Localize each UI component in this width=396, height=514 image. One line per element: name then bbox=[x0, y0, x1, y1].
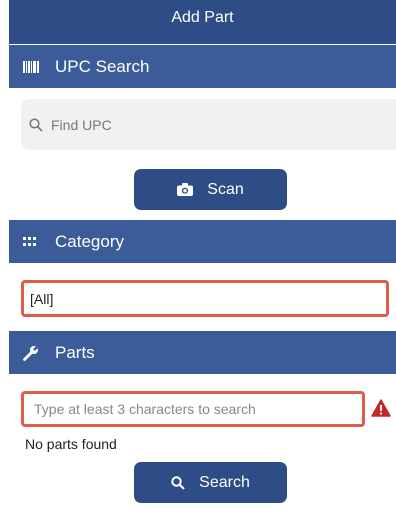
upc-search-box[interactable] bbox=[21, 99, 396, 150]
title-bar: Add Part bbox=[9, 0, 396, 44]
magnifier-icon bbox=[171, 475, 185, 490]
category-select[interactable]: [All] bbox=[21, 280, 389, 317]
parts-search-field[interactable] bbox=[21, 391, 365, 427]
grid-icon bbox=[23, 235, 43, 249]
search-icon bbox=[29, 117, 43, 132]
add-part-screen: Add Part UPC Search Find UPC Scan Catego… bbox=[9, 0, 396, 514]
barcode-icon bbox=[23, 60, 43, 74]
search-button[interactable]: Search bbox=[134, 462, 287, 503]
section-category-label: Category bbox=[55, 231, 124, 251]
no-parts-message: No parts found bbox=[25, 436, 117, 452]
parts-search-input[interactable] bbox=[32, 400, 356, 418]
scan-button-label: Scan bbox=[207, 180, 244, 198]
category-select-value: [All] bbox=[30, 290, 54, 307]
scan-button[interactable]: Scan bbox=[134, 169, 287, 210]
section-category: Category bbox=[9, 220, 396, 263]
camera-icon bbox=[177, 183, 194, 196]
section-upc-label: UPC Search bbox=[55, 56, 150, 76]
warning-triangle-icon bbox=[371, 399, 391, 417]
upc-search-input[interactable] bbox=[49, 115, 383, 134]
search-button-label: Search bbox=[199, 473, 250, 491]
section-parts-label: Parts bbox=[55, 342, 95, 362]
wrench-icon bbox=[23, 344, 43, 361]
section-upc-search: UPC Search bbox=[9, 45, 396, 88]
section-parts: Parts bbox=[9, 331, 396, 374]
page-title: Add Part bbox=[171, 9, 234, 26]
